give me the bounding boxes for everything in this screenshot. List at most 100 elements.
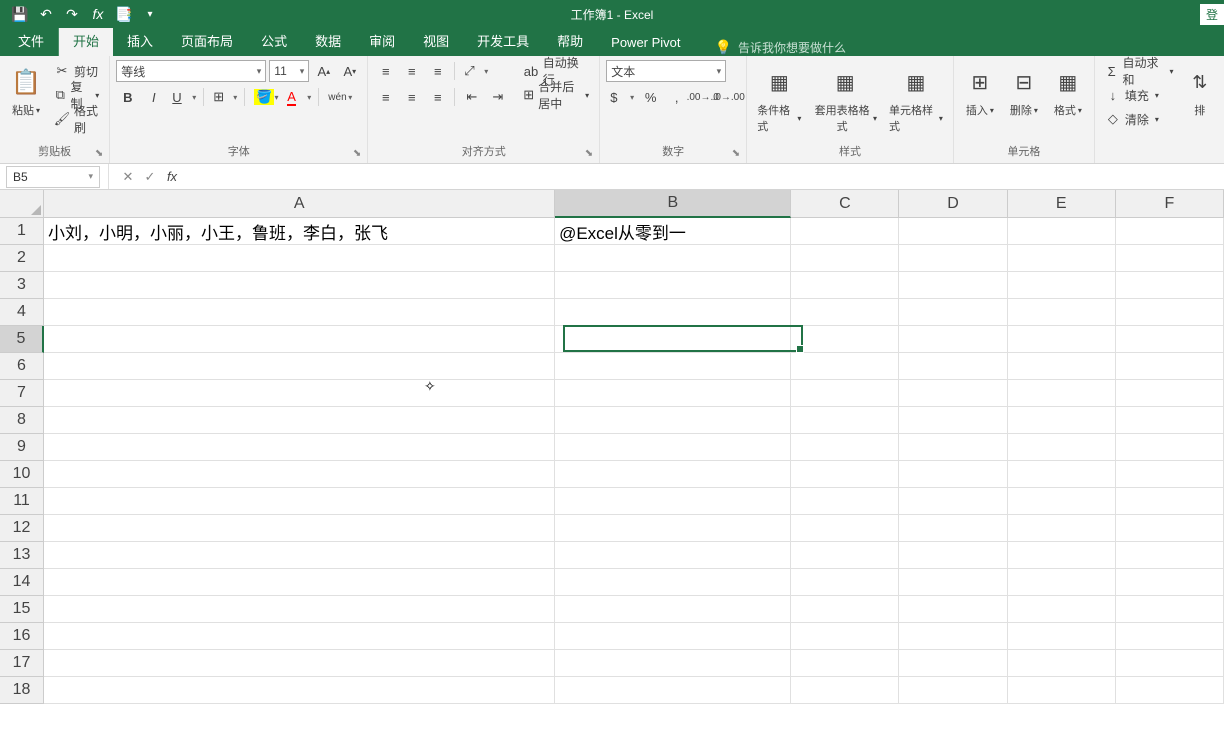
cell-C11[interactable] — [791, 488, 899, 515]
table-format-button[interactable]: ▦套用表格格式▾ — [809, 60, 881, 136]
fill-color-button[interactable]: 🪣▾ — [250, 86, 280, 108]
cell-D10[interactable] — [899, 461, 1007, 488]
cell-B14[interactable] — [555, 569, 791, 596]
row-header-7[interactable]: 7 — [0, 380, 44, 407]
cell-B16[interactable] — [555, 623, 791, 650]
column-header-A[interactable]: A — [44, 190, 555, 218]
decrease-decimal-button[interactable]: .0→.00 — [717, 86, 740, 108]
cell-F7[interactable] — [1116, 380, 1224, 407]
cell-F6[interactable] — [1116, 353, 1224, 380]
cell-D7[interactable] — [899, 380, 1007, 407]
cancel-formula-button[interactable]: ✕ — [117, 166, 139, 188]
cell-A12[interactable] — [44, 515, 555, 542]
cell-F11[interactable] — [1116, 488, 1224, 515]
cell-F16[interactable] — [1116, 623, 1224, 650]
cell-D16[interactable] — [899, 623, 1007, 650]
cell-E15[interactable] — [1008, 596, 1116, 623]
cell-C14[interactable] — [791, 569, 899, 596]
column-header-E[interactable]: E — [1008, 190, 1116, 218]
name-box[interactable]: B5▾ — [6, 166, 100, 188]
cell-B15[interactable] — [555, 596, 791, 623]
tab-home[interactable]: 开始 — [59, 25, 113, 56]
cell-D5[interactable] — [899, 326, 1007, 353]
cell-C13[interactable] — [791, 542, 899, 569]
login-button[interactable]: 登 — [1200, 4, 1224, 25]
enter-formula-button[interactable]: ✓ — [139, 166, 161, 188]
cell-B18[interactable] — [555, 677, 791, 704]
align-top-button[interactable]: ≡ — [374, 60, 397, 82]
fill-button[interactable]: ↓填充▾ — [1101, 84, 1178, 106]
cell-A13[interactable] — [44, 542, 555, 569]
cell-A4[interactable] — [44, 299, 555, 326]
cell-D15[interactable] — [899, 596, 1007, 623]
cell-C16[interactable] — [791, 623, 899, 650]
cell-C18[interactable] — [791, 677, 899, 704]
fx-formula-button[interactable]: fx — [161, 166, 183, 188]
cell-E1[interactable] — [1008, 218, 1116, 245]
row-header-11[interactable]: 11 — [0, 488, 44, 515]
number-launcher[interactable]: ⬊ — [732, 148, 740, 159]
cell-F13[interactable] — [1116, 542, 1224, 569]
cell-E12[interactable] — [1008, 515, 1116, 542]
cell-C12[interactable] — [791, 515, 899, 542]
cell-B17[interactable] — [555, 650, 791, 677]
cell-F10[interactable] — [1116, 461, 1224, 488]
column-header-F[interactable]: F — [1116, 190, 1224, 218]
cell-B1[interactable]: @Excel从零到一 — [555, 218, 791, 245]
redo-button[interactable]: ↷ — [60, 2, 84, 26]
phonetic-button[interactable]: wén▾ — [324, 86, 354, 108]
save-button[interactable]: 💾 — [8, 2, 32, 26]
row-header-5[interactable]: 5 — [0, 326, 44, 353]
fx-button[interactable]: fx — [86, 2, 110, 26]
cell-F4[interactable] — [1116, 299, 1224, 326]
row-header-10[interactable]: 10 — [0, 461, 44, 488]
tab-powerpivot[interactable]: Power Pivot — [597, 29, 694, 56]
cell-D6[interactable] — [899, 353, 1007, 380]
cell-D2[interactable] — [899, 245, 1007, 272]
cell-A17[interactable] — [44, 650, 555, 677]
cell-B2[interactable] — [555, 245, 791, 272]
cell-D11[interactable] — [899, 488, 1007, 515]
cell-F17[interactable] — [1116, 650, 1224, 677]
cell-A18[interactable] — [44, 677, 555, 704]
bold-button[interactable]: B — [116, 86, 139, 108]
tab-view[interactable]: 视图 — [409, 25, 463, 56]
row-header-17[interactable]: 17 — [0, 650, 44, 677]
cell-F18[interactable] — [1116, 677, 1224, 704]
cell-C7[interactable] — [791, 380, 899, 407]
cell-C15[interactable] — [791, 596, 899, 623]
font-name-combo[interactable]: 等线▾ — [116, 60, 266, 82]
row-header-16[interactable]: 16 — [0, 623, 44, 650]
cell-F5[interactable] — [1116, 326, 1224, 353]
align-bottom-button[interactable]: ≡ — [426, 60, 449, 82]
tab-insert[interactable]: 插入 — [113, 25, 167, 56]
cell-B13[interactable] — [555, 542, 791, 569]
cell-A3[interactable] — [44, 272, 555, 299]
conditional-format-button[interactable]: ▦条件格式▾ — [753, 60, 805, 136]
font-size-combo[interactable]: 11▾ — [269, 60, 309, 82]
column-header-B[interactable]: B — [555, 190, 791, 218]
clear-button[interactable]: ◇清除▾ — [1101, 108, 1178, 130]
paste-button[interactable]: 📋 粘贴▾ — [6, 60, 46, 120]
cell-E5[interactable] — [1008, 326, 1116, 353]
orientation-button[interactable]: ⤢▾ — [460, 60, 490, 82]
cell-D14[interactable] — [899, 569, 1007, 596]
cell-C10[interactable] — [791, 461, 899, 488]
align-right-button[interactable]: ≡ — [426, 86, 449, 108]
cell-A14[interactable] — [44, 569, 555, 596]
cell-B11[interactable] — [555, 488, 791, 515]
row-header-8[interactable]: 8 — [0, 407, 44, 434]
cell-D13[interactable] — [899, 542, 1007, 569]
cell-D18[interactable] — [899, 677, 1007, 704]
format-cells-button[interactable]: ▦格式▾ — [1048, 60, 1088, 120]
cells-area[interactable]: 小刘，小明，小丽，小王，鲁班，李白，张飞@Excel从零到一 — [44, 218, 1224, 752]
tab-data[interactable]: 数据 — [301, 25, 355, 56]
cell-D1[interactable] — [899, 218, 1007, 245]
cell-C5[interactable] — [791, 326, 899, 353]
cell-E3[interactable] — [1008, 272, 1116, 299]
cell-E6[interactable] — [1008, 353, 1116, 380]
align-center-button[interactable]: ≡ — [400, 86, 423, 108]
cell-styles-button[interactable]: ▦单元格样式▾ — [885, 60, 947, 136]
tab-help[interactable]: 帮助 — [543, 25, 597, 56]
percent-button[interactable]: % — [639, 86, 662, 108]
